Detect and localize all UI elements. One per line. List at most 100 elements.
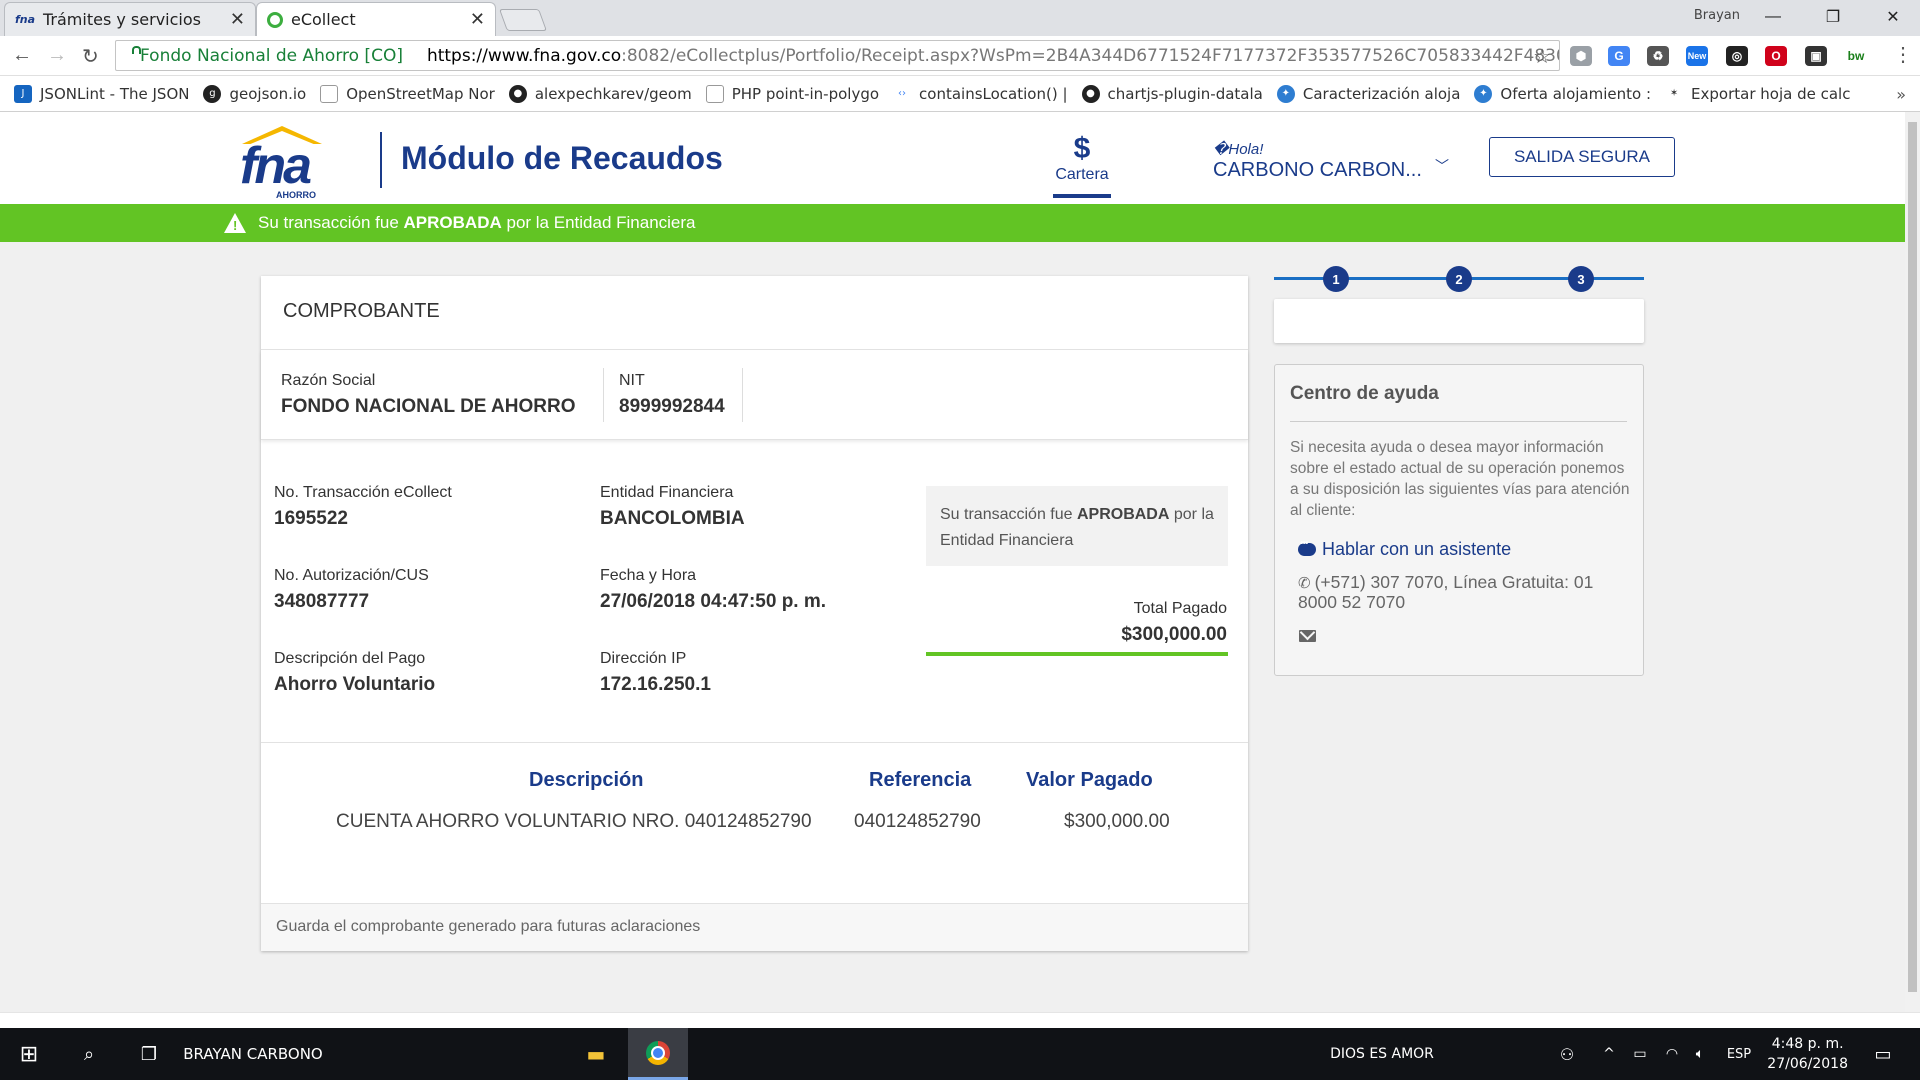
back-arrow-icon[interactable]: ← (12, 44, 32, 67)
site-identity: Fondo Nacional de Ahorro [CO] (140, 45, 403, 66)
bw-extension-icon[interactable]: bw (1845, 46, 1867, 66)
url-path: :8082/eCollectplus/Portfolio/Receipt.asp… (621, 45, 1560, 66)
profile-name[interactable]: Brayan (1694, 8, 1740, 23)
forward-arrow-icon[interactable]: → (47, 44, 67, 67)
nav-cartera-label: Cartera (1055, 166, 1109, 183)
bookmark-label: alexpechkarev/geom (534, 84, 692, 103)
greeting: �Hola! (1213, 141, 1264, 158)
system-clock[interactable]: 4:48 p. m. 27/06/2018 (1767, 1034, 1848, 1074)
logout-button[interactable]: SALIDA SEGURA (1489, 137, 1675, 177)
volume-icon[interactable]: 🔈︎ (1688, 1028, 1712, 1080)
search-icon[interactable]: ⌕ (60, 1028, 118, 1080)
bookmark-item[interactable]: PHP point-in-polygo (705, 84, 880, 103)
shield-extension-icon[interactable]: ⬢ (1570, 46, 1592, 66)
divider (603, 368, 604, 422)
screen-extension-icon[interactable]: ▣ (1805, 46, 1827, 66)
total-amount: $300,000.00 (1121, 624, 1227, 645)
address-bar[interactable]: Fondo Nacional de Ahorro [CO] https://ww… (115, 40, 1560, 71)
bookmark-label: OpenStreetMap Nor (346, 84, 495, 103)
transaction-number-field: No. Transacción eCollect 1695522 (274, 484, 452, 530)
bookmark-label: chartjs-plugin-datala (1107, 84, 1263, 103)
bookmark-label: PHP point-in-polygo (731, 84, 880, 103)
column-header-reference: Referencia (869, 769, 972, 791)
new-tab-button[interactable] (498, 9, 548, 31)
field-value: FONDO NACIONAL DE AHORRO (281, 396, 576, 417)
notifications-icon[interactable]: ▭ (1862, 1028, 1904, 1080)
divider (1290, 421, 1627, 422)
github-icon: ● (1081, 84, 1100, 103)
chevron-up-icon[interactable]: ^ (1597, 1028, 1621, 1080)
tab-tramites[interactable]: fna Trámites y servicios ✕ (4, 2, 256, 36)
wifi-icon[interactable]: ◠ (1660, 1028, 1684, 1080)
field-label: No. Transacción eCollect (274, 484, 452, 501)
field-label: No. Autorización/CUS (274, 567, 429, 584)
browser-tab-strip: fna Trámites y servicios ✕ eCollect ✕ Br… (0, 0, 1920, 36)
bookmark-item[interactable]: g geojson.io (203, 84, 306, 103)
close-window-icon[interactable]: ✕ (1870, 0, 1916, 34)
field-value: 27/06/2018 04:47:50 p. m. (600, 591, 827, 612)
scrollbar-thumb[interactable] (1908, 122, 1917, 992)
field-value: 1695522 (274, 508, 348, 529)
chrome-logo-icon (646, 1040, 670, 1065)
transaction-details: No. Transacción eCollect 1695522 Entidad… (261, 440, 1248, 743)
envelope-icon[interactable] (1299, 630, 1316, 642)
page-viewport: fna AHORRO Módulo de Recaudos $ Cartera … (0, 112, 1905, 1012)
file-explorer-icon[interactable]: ▬ (568, 1028, 624, 1080)
chrome-menu-icon[interactable]: ⋮ (1893, 42, 1913, 67)
alert-suffix: por la Entidad Financiera (501, 213, 696, 232)
fna-logo[interactable]: fna AHORRO (236, 122, 328, 200)
opera-extension-icon[interactable]: O (1765, 46, 1787, 66)
table-cell-reference: 040124852790 (854, 811, 981, 832)
page-icon (320, 84, 339, 103)
chat-assistant-link[interactable]: Hablar con un asistente (1298, 538, 1512, 560)
sparkle-icon: ✶ (1665, 84, 1684, 103)
language-indicator[interactable]: ESP (1722, 1028, 1756, 1080)
bookmark-label: JSONLint - The JSON (40, 84, 190, 103)
bookmarks-overflow-icon[interactable]: » (1896, 85, 1906, 104)
bookmark-item[interactable]: ✦ Oferta alojamiento : (1474, 84, 1651, 103)
chrome-taskbar-icon[interactable] (628, 1028, 688, 1080)
field-value: 8999992844 (619, 396, 725, 417)
minimize-icon[interactable]: — (1750, 0, 1796, 34)
geojson-icon: g (203, 84, 222, 103)
task-view-icon[interactable]: ❐ (120, 1028, 178, 1080)
circle-extension-icon[interactable]: ◎ (1726, 46, 1748, 66)
page-icon (705, 84, 724, 103)
people-icon[interactable]: ⚇ (1552, 1028, 1582, 1080)
bookmark-label: Exportar hoja de calc (1691, 84, 1851, 103)
chat-link-label: Hablar con un asistente (1322, 539, 1512, 559)
url-text: https://www.fna.gov.co:8082/eCollectplus… (427, 45, 1560, 66)
windows-start-icon[interactable]: ⊞ (0, 1028, 58, 1080)
bookmark-item[interactable]: J JSONLint - The JSON (14, 84, 190, 103)
bookmark-star-icon[interactable]: ☆ (1533, 44, 1551, 68)
maximize-icon[interactable]: ❐ (1810, 0, 1856, 34)
step-3: 3 (1568, 266, 1594, 292)
bookmark-item[interactable]: ● alexpechkarev/geom (508, 84, 692, 103)
chat-bubble-icon (1298, 538, 1316, 556)
bookmark-item[interactable]: ✶ Exportar hoja de calc (1665, 84, 1851, 103)
recycle-extension-icon[interactable]: ♻ (1647, 46, 1669, 66)
bookmark-item[interactable]: ● chartjs-plugin-datala (1081, 84, 1263, 103)
total-underline (926, 652, 1228, 656)
step-2: 2 (1446, 266, 1472, 292)
github-icon: ● (508, 84, 527, 103)
user-menu[interactable]: �Hola! CARBONO CARBON... ﹀ (1213, 140, 1449, 182)
bookmark-item[interactable]: ‹› containsLocation() | (893, 84, 1068, 103)
vertical-scrollbar[interactable] (1905, 112, 1920, 1012)
payment-description-field: Descripción del Pago Ahorro Voluntario (274, 650, 435, 696)
bookmarks-bar: J JSONLint - The JSON g geojson.io OpenStr… (0, 76, 1920, 112)
translate-extension-icon[interactable]: G (1608, 46, 1630, 66)
chevron-down-icon[interactable]: ﹀ (1435, 156, 1449, 176)
new-extension-icon[interactable]: New (1686, 46, 1708, 66)
close-tab-icon[interactable]: ✕ (230, 9, 245, 30)
tab-ecollect[interactable]: eCollect ✕ (256, 2, 496, 36)
bookmark-item[interactable]: ✦ Caracterización aloja (1276, 84, 1460, 103)
close-tab-icon[interactable]: ✕ (470, 9, 485, 30)
field-label: Entidad Financiera (600, 484, 734, 501)
reload-icon[interactable]: ↻ (82, 44, 99, 69)
tab-title: Trámites y servicios (43, 10, 201, 29)
battery-icon[interactable]: ▭ (1628, 1028, 1652, 1080)
bookmark-item[interactable]: OpenStreetMap Nor (320, 84, 495, 103)
nav-cartera[interactable]: $ Cartera (1050, 134, 1114, 198)
step-1: 1 (1323, 266, 1349, 292)
